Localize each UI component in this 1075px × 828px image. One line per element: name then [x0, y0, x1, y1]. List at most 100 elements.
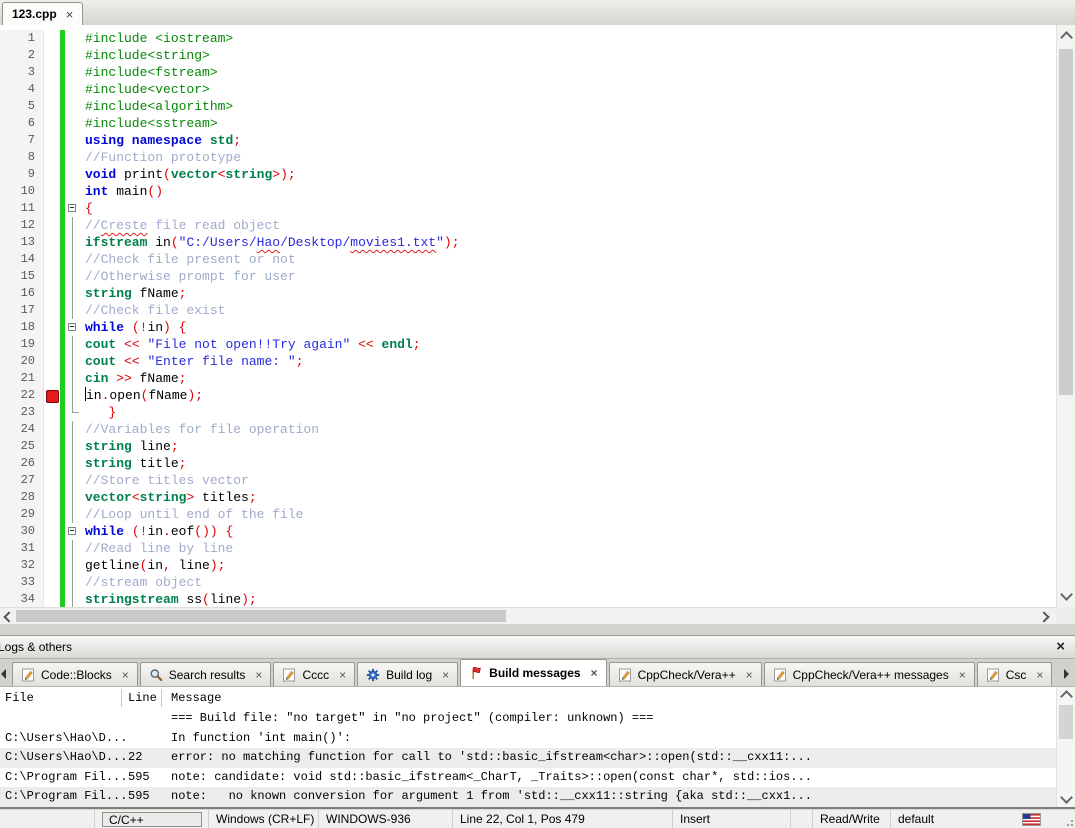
status-field-1[interactable]: C/C++ [95, 809, 209, 828]
breakpoint-margin[interactable] [44, 404, 60, 421]
column-header-line[interactable]: Line [122, 689, 162, 707]
breakpoint-margin[interactable] [44, 353, 60, 370]
scroll-up-icon[interactable] [1060, 31, 1073, 44]
close-icon[interactable]: × [339, 668, 346, 682]
fold-collapse-icon[interactable] [65, 523, 81, 540]
code-text: cin >> fName; [85, 371, 187, 386]
breakpoint-margin[interactable] [44, 98, 60, 115]
scroll-down-icon[interactable] [1060, 588, 1073, 601]
close-icon[interactable]: × [1036, 668, 1043, 682]
breakpoint-margin[interactable] [44, 149, 60, 166]
log-tab-cppcheck-vera-[interactable]: CppCheck/Vera++ × [608, 662, 762, 686]
close-icon[interactable]: × [591, 666, 598, 680]
log-tab-code-blocks[interactable]: Code::Blocks × [12, 662, 138, 686]
breakpoint-margin[interactable] [44, 455, 60, 472]
code-editor[interactable]: 1 #include <iostream> 2 #include<string> 3 #i… [0, 25, 1056, 607]
logs-tabstrip: Code::Blocks × Search results × Cccc × Build l… [0, 659, 1075, 687]
build-message-row[interactable]: === Build file: "no target" in "no proje… [0, 709, 1056, 729]
code-text: stringstream ss(line); [85, 592, 257, 607]
breakpoint-margin[interactable] [44, 489, 60, 506]
breakpoint-margin[interactable] [44, 81, 60, 98]
breakpoint-margin[interactable] [44, 234, 60, 251]
build-message-row[interactable]: C:\Users\Hao\D... 22 error: no matching fu… [0, 748, 1056, 768]
editor-horizontal-scrollbar[interactable] [0, 607, 1056, 624]
breakpoint-margin[interactable] [44, 200, 60, 217]
fold-collapse-icon[interactable] [65, 319, 81, 336]
breakpoint-margin[interactable] [44, 370, 60, 387]
breakpoint-margin[interactable] [44, 421, 60, 438]
log-tab-cppcheck-vera-messages[interactable]: CppCheck/Vera++ messages × [763, 662, 975, 686]
column-header-file[interactable]: File [0, 689, 122, 707]
breakpoint-margin[interactable] [44, 64, 60, 81]
breakpoint-margin[interactable] [44, 574, 60, 591]
breakpoint-margin[interactable] [44, 319, 60, 336]
breakpoint-icon[interactable] [46, 390, 59, 403]
line-number: 20 [0, 353, 44, 370]
build-message-row[interactable]: C:\Users\Hao\D... In function 'int main()… [0, 729, 1056, 749]
build-message-row[interactable]: C:\Program Fil... 595 note: candidate: voi… [0, 768, 1056, 788]
breakpoint-margin[interactable] [44, 438, 60, 455]
breakpoint-margin[interactable] [44, 591, 60, 607]
logs-vertical-scrollbar[interactable] [1056, 687, 1075, 807]
close-icon[interactable]: × [959, 668, 966, 682]
editor-tab-123cpp[interactable]: 123.cpp × [2, 2, 84, 25]
breakpoint-margin[interactable] [44, 132, 60, 149]
breakpoint-margin[interactable] [44, 302, 60, 319]
code-text: #include<string> [85, 48, 210, 63]
breakpoint-margin[interactable] [44, 183, 60, 200]
close-icon[interactable]: × [746, 668, 753, 682]
breakpoint-margin[interactable] [44, 336, 60, 353]
scroll-up-icon[interactable] [1060, 690, 1073, 703]
breakpoint-margin[interactable] [44, 268, 60, 285]
scroll-right-icon[interactable] [1038, 611, 1050, 623]
breakpoint-margin[interactable] [44, 557, 60, 574]
close-icon[interactable]: × [66, 8, 74, 21]
breakpoint-margin[interactable] [44, 523, 60, 540]
vertical-scroll-thumb[interactable] [1059, 705, 1073, 739]
code-line: 23 } [0, 404, 1056, 421]
line-number: 9 [0, 166, 44, 183]
breakpoint-margin[interactable] [44, 387, 60, 404]
breakpoint-margin[interactable] [44, 30, 60, 47]
code-text: int main() [85, 184, 164, 199]
column-header-message[interactable]: Message [162, 691, 1056, 705]
vertical-scroll-thumb[interactable] [1059, 49, 1073, 395]
highlight-language-selector[interactable]: C/C++ [102, 811, 202, 827]
editor-vertical-scrollbar[interactable] [1056, 25, 1075, 607]
close-icon[interactable]: × [1056, 638, 1065, 655]
panel-splitter[interactable] [0, 624, 1075, 636]
fold-collapse-icon[interactable] [65, 200, 81, 217]
scroll-down-icon[interactable] [1060, 791, 1073, 804]
close-icon[interactable]: × [442, 668, 449, 682]
breakpoint-margin[interactable] [44, 115, 60, 132]
fold-margin [65, 370, 81, 387]
line-cell: 22 [128, 750, 143, 765]
breakpoint-margin[interactable] [44, 472, 60, 489]
log-tab-cccc[interactable]: Cccc × [273, 662, 356, 686]
log-tab-build-log[interactable]: Build log × [357, 662, 459, 686]
code-line: 11 { [0, 200, 1056, 217]
resize-grip[interactable] [1063, 816, 1073, 826]
close-icon[interactable]: × [122, 668, 129, 682]
message-cell: note: candidate: void std::basic_ifstrea… [171, 769, 812, 784]
status-field-3: WINDOWS-936 [319, 809, 453, 828]
log-tab-search-results[interactable]: Search results × [139, 662, 272, 686]
breakpoint-margin[interactable] [44, 217, 60, 234]
code-text: cout << "Enter file name: "; [85, 354, 304, 369]
log-tab-build-messages[interactable]: Build messages × [460, 659, 607, 686]
tabs-scroll-right-icon[interactable] [1064, 669, 1074, 679]
build-message-row[interactable]: C:\Program Fil... 595 note: no known conve… [0, 787, 1056, 807]
tabs-scroll-left-icon[interactable] [0, 669, 6, 679]
keyboard-language-flag-icon[interactable] [1022, 813, 1041, 826]
breakpoint-margin[interactable] [44, 540, 60, 557]
close-icon[interactable]: × [255, 668, 262, 682]
scroll-left-icon[interactable] [3, 611, 15, 623]
breakpoint-margin[interactable] [44, 251, 60, 268]
code-line: 1 #include <iostream> [0, 30, 1056, 47]
horizontal-scroll-thumb[interactable] [16, 610, 506, 622]
breakpoint-margin[interactable] [44, 166, 60, 183]
breakpoint-margin[interactable] [44, 47, 60, 64]
breakpoint-margin[interactable] [44, 506, 60, 523]
breakpoint-margin[interactable] [44, 285, 60, 302]
log-tab-csc[interactable]: Csc × [976, 662, 1053, 686]
